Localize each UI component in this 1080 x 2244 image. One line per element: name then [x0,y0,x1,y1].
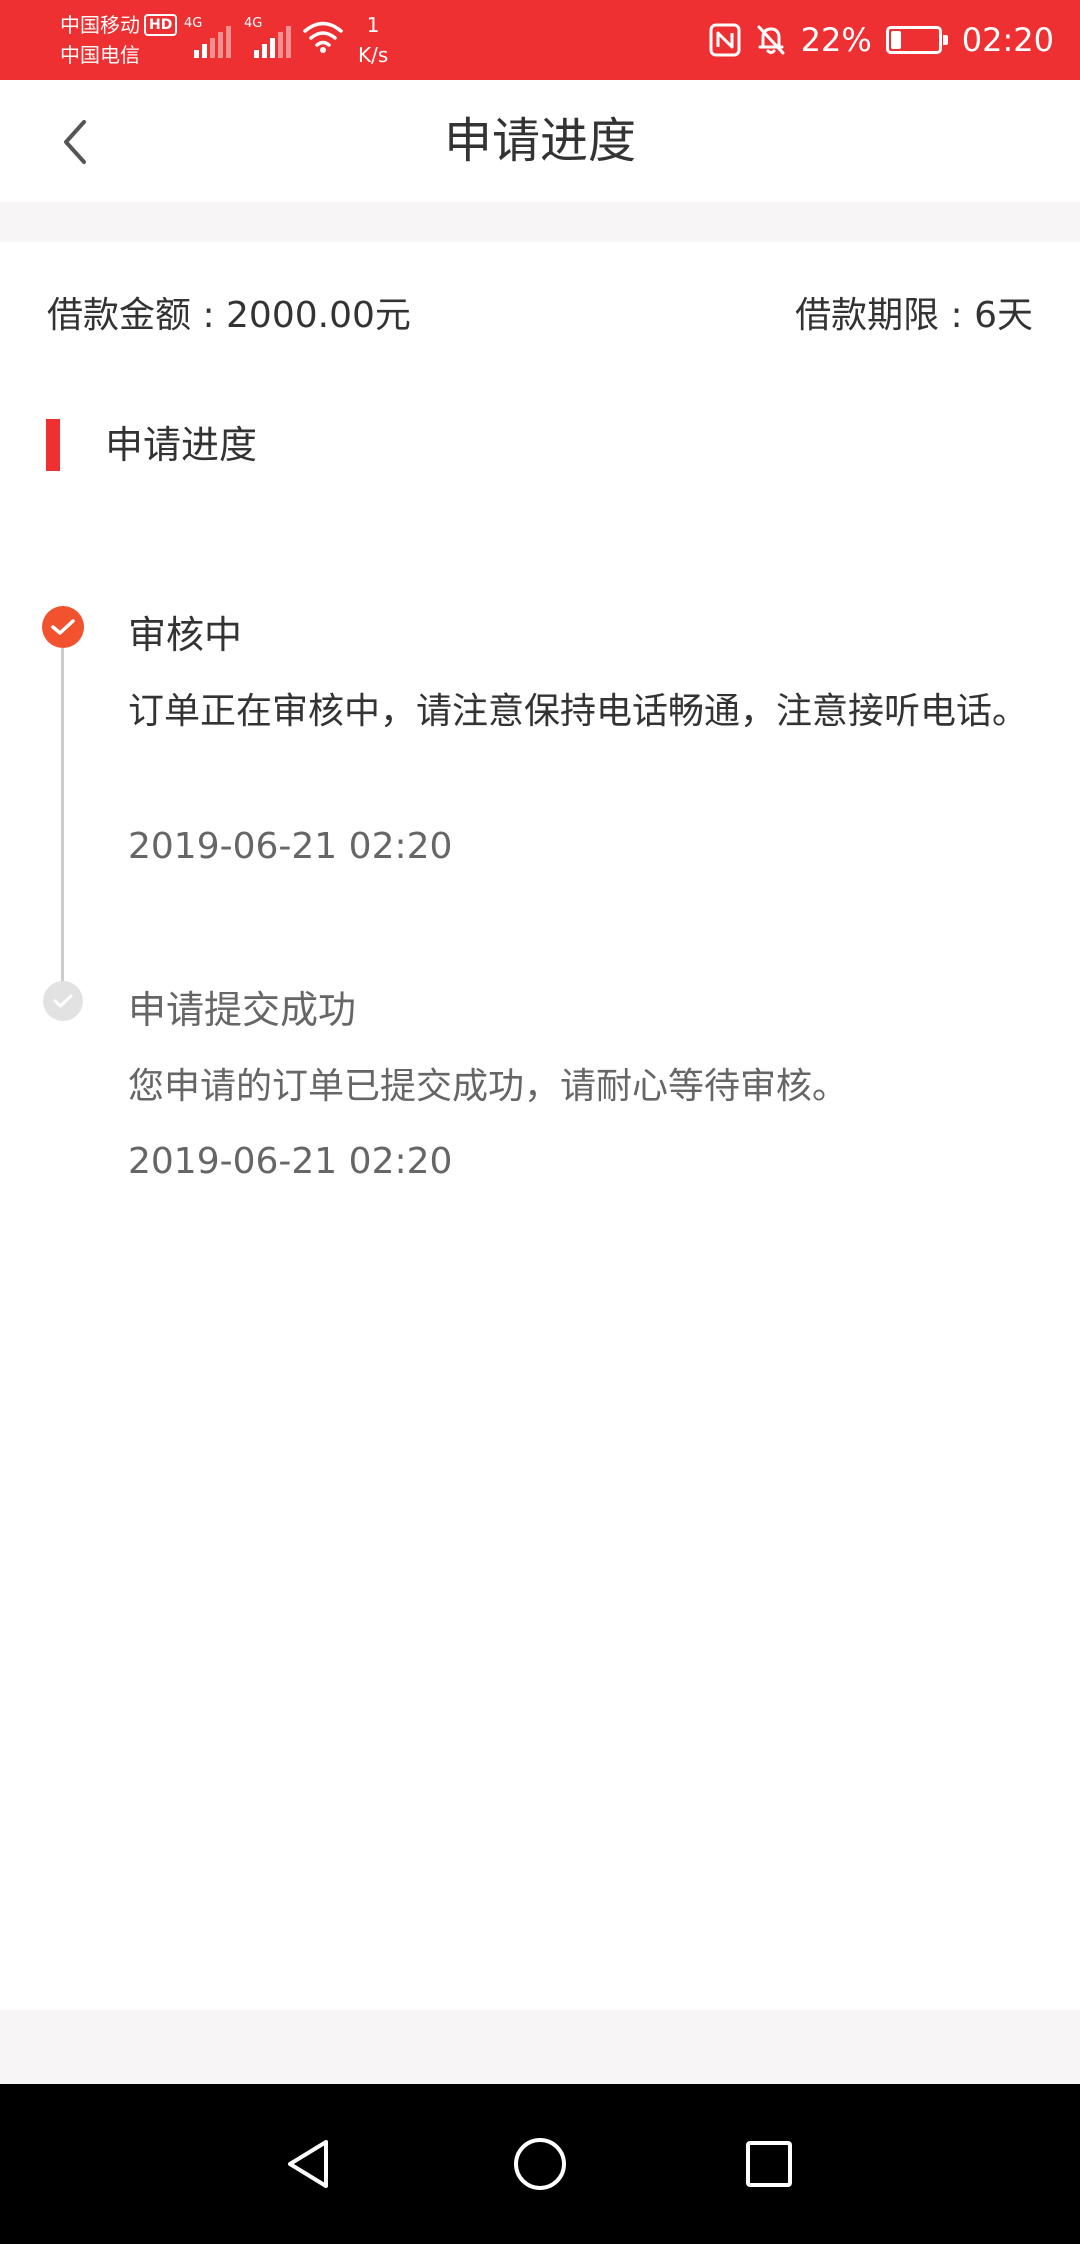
signal-2: 4G [244,16,291,58]
hd-badge: HD [144,14,178,36]
step-1-title: 审核中 [128,613,243,657]
loan-amount: 借款金额 : 2000.00元 [47,295,411,336]
signal-2-type: 4G [244,16,263,31]
status-right: 22% 02:20 [709,0,1054,80]
wifi-icon [303,21,343,53]
timeline-line [61,648,64,983]
circle-home-icon [514,2138,566,2190]
carrier-block: 中国移动 HD 中国电信 [60,10,178,70]
timeline-dot-done [43,981,83,1021]
network-speed-value: 1 [366,13,380,37]
battery-icon [885,26,948,54]
loan-term: 借款期限 : 6天 [795,295,1033,336]
square-recent-icon [746,2141,792,2187]
carrier-2-label: 中国电信 [60,43,140,67]
battery-fill [890,31,901,49]
network-speed: 1 K/s [358,10,388,70]
timeline-dot-active [42,606,84,648]
status-bar: 中国移动 HD 中国电信 4G 4G 1 K/s 22% 02:20 [0,0,1080,80]
nav-bar: 申请进度 [0,80,1080,202]
loan-summary: 借款金额 : 2000.00元 借款期限 : 6天 [0,242,1080,377]
bell-off-icon [757,25,785,55]
triangle-back-icon [288,2140,328,2188]
system-home-button[interactable] [500,2124,580,2204]
signal-1-type: 4G [184,16,203,31]
bottom-band [0,2010,1080,2084]
check-icon [51,619,75,635]
step-2-title: 申请提交成功 [128,988,357,1032]
step-1-description: 订单正在审核中，请注意保持电话畅通，注意接听电话。 [128,691,1029,732]
carrier-1-label: 中国移动 [60,13,140,37]
step-2-time: 2019-06-21 02:20 [128,1141,453,1182]
system-back-button[interactable] [270,2124,350,2204]
battery-percent: 22% [800,21,872,59]
step-2-description: 您申请的订单已提交成功，请耐心等待审核。 [128,1066,849,1107]
page-title: 申请进度 [443,113,636,169]
step-1-time: 2019-06-21 02:20 [128,826,453,867]
divider-band [0,202,1080,242]
system-nav-bar [0,2084,1080,2244]
section-marker [46,419,60,471]
system-recent-button[interactable] [729,2124,809,2204]
status-time: 02:20 [961,21,1054,59]
check-icon [53,994,73,1008]
section-header: 申请进度 [0,415,1080,475]
section-title: 申请进度 [105,423,258,467]
nfc-icon [709,23,741,57]
network-speed-unit: K/s [358,43,389,67]
signal-1: 4G [184,16,231,58]
